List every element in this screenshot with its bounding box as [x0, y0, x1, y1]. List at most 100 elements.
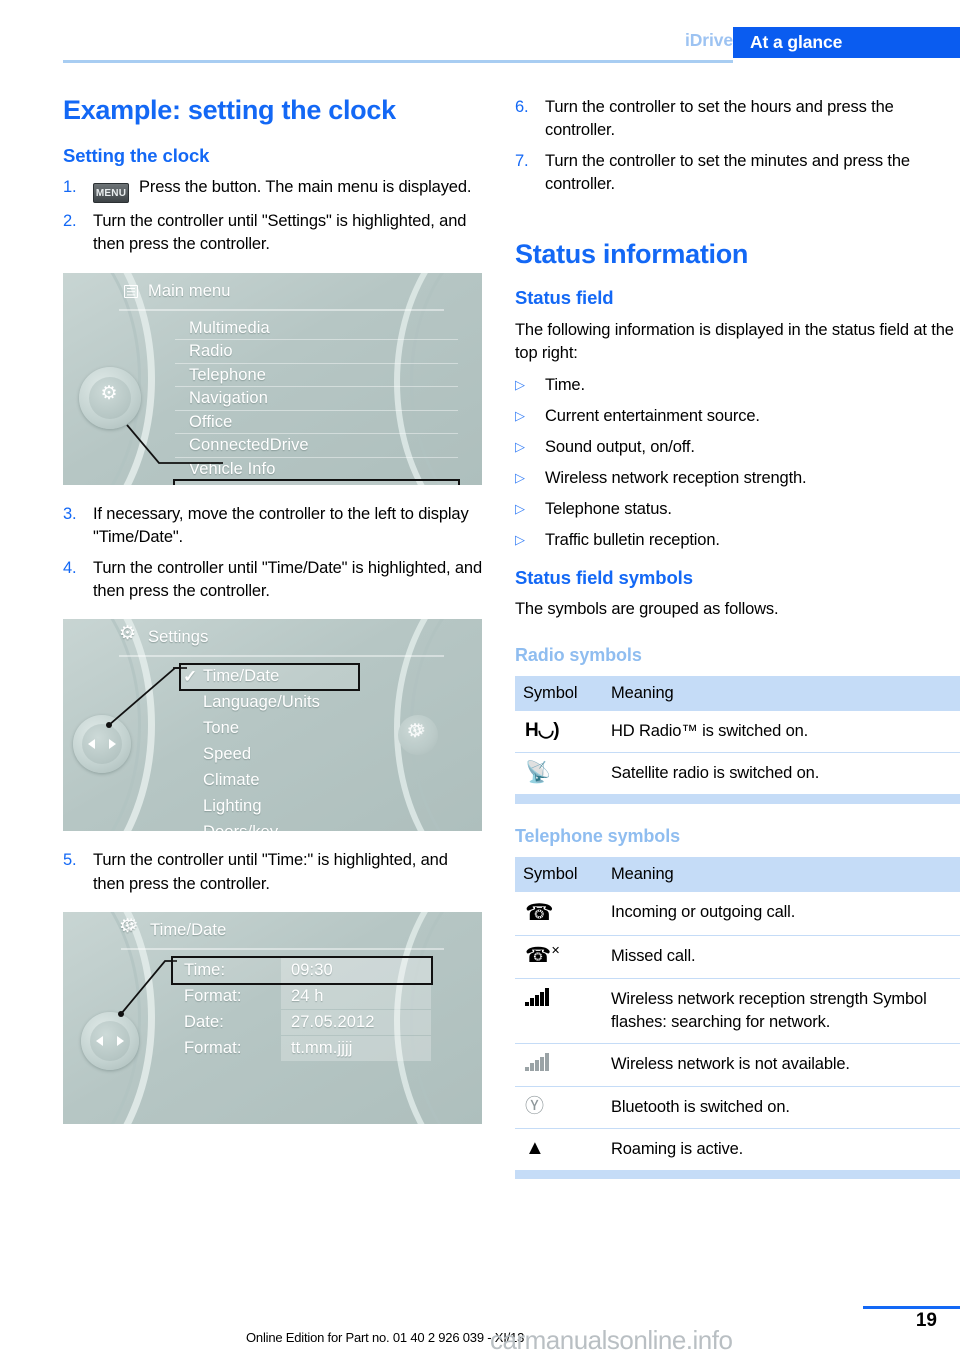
- setting-value: 24 h: [281, 984, 431, 1010]
- list-item: ▷ Traffic bulletin reception.: [515, 529, 960, 552]
- step-item: 2. Turn the controller until "Settings" …: [63, 210, 483, 257]
- column-header-meaning: Meaning: [603, 856, 960, 892]
- step-text-label: Turn the controller to set the hours and…: [545, 98, 894, 140]
- breadcrumb-at-a-glance: At a glance: [733, 27, 960, 58]
- table-header-row: Symbol Meaning: [515, 856, 960, 892]
- phone-handset-icon: ☎: [515, 891, 603, 937]
- idrive-screenshot-time-date: Time/Date Time: 09:30 Format: 24 h Date:…: [63, 912, 482, 1125]
- idrive-setting-row[interactable]: Date: 27.05.2012: [173, 1010, 431, 1036]
- step-number: 5.: [63, 851, 77, 870]
- step-text-label: If necessary, move the controller to the…: [93, 504, 469, 547]
- idrive-header-divider: [119, 308, 444, 311]
- idrive-menu-item[interactable]: Vehicle Info: [175, 458, 458, 482]
- table-cell-meaning: Satellite radio is switched on.: [603, 752, 960, 796]
- idrive-header-divider: [119, 655, 444, 658]
- satellite-radio-icon: 📡: [515, 752, 603, 796]
- idrive-menu-item[interactable]: Speed: [181, 741, 358, 767]
- bullet-triangle-icon: ▷: [515, 439, 525, 455]
- subsection-status-field: Status field: [515, 287, 614, 309]
- table-cell-meaning: HD Radio™ is switched on.: [603, 710, 960, 753]
- footer-divider: [863, 1306, 960, 1309]
- setting-label: Time:: [184, 961, 226, 980]
- idrive-menu-item[interactable]: ConnectedDrive: [175, 434, 458, 458]
- step-item: 3. If necessary, move the controller to …: [63, 503, 483, 550]
- table-cell-meaning: Incoming or outgoing call.: [603, 891, 960, 937]
- step-text-label: Turn the controller until "Time/Date" is…: [93, 558, 482, 601]
- step-number: 2.: [63, 211, 77, 230]
- controller-knob-gear: [79, 366, 141, 429]
- table-row: H◡) HD Radio™ is switched on.: [515, 710, 960, 753]
- list-item: ▷ Wireless network reception strength.: [515, 467, 960, 490]
- idrive-menu-item[interactable]: Climate: [181, 767, 358, 793]
- column-header-meaning: Meaning: [603, 675, 960, 711]
- controller-knob-arrows: [73, 715, 131, 774]
- step-number: 3.: [63, 504, 77, 523]
- list-item: ▷ Time.: [515, 374, 960, 397]
- idrive-menu-item-selected[interactable]: Settings: [173, 479, 460, 485]
- list-item-label: Current entertainment source.: [545, 407, 760, 426]
- mini-gear-knob: [398, 715, 438, 756]
- idrive-menu-item[interactable]: Multimedia: [175, 317, 458, 341]
- idrive-menu-item[interactable]: Radio: [175, 340, 458, 364]
- status-field-bullets: ▷ Time. ▷ Current entertainment source. …: [515, 374, 960, 552]
- step-text: MENU Press the button. The main menu is d…: [93, 176, 483, 203]
- table-row: ☎ Incoming or outgoing call.: [515, 891, 960, 937]
- gear-icon: [119, 917, 140, 939]
- table-cell-meaning: Wireless network reception strength Symb…: [603, 978, 960, 1044]
- signal-bars-gray-icon: [515, 1043, 603, 1088]
- bullet-triangle-icon: ▷: [515, 501, 525, 517]
- table-footer-rule: [515, 1170, 960, 1180]
- page-number: 19: [915, 1310, 937, 1331]
- idrive-menu-item[interactable]: Lighting: [181, 793, 358, 819]
- table-row: ▲ Roaming is active.: [515, 1128, 960, 1171]
- step-item: 1. MENU Press the button. The main menu i…: [63, 176, 483, 203]
- list-item-label: Sound output, on/off.: [545, 438, 695, 457]
- left-column: Example: setting the clock Setting the c…: [63, 95, 483, 1142]
- step-item: 7. Turn the controller to set the minute…: [515, 150, 960, 197]
- idrive-menu-item[interactable]: Navigation: [175, 387, 458, 411]
- setting-value: tt.mm.jjjj: [281, 1036, 431, 1062]
- bullet-triangle-icon: ▷: [515, 377, 525, 393]
- table-row: 📡 Satellite radio is switched on.: [515, 752, 960, 796]
- idrive-menu-item[interactable]: Doors/key: [181, 819, 358, 832]
- setting-label: Format:: [184, 1039, 242, 1058]
- list-icon: [119, 283, 138, 300]
- table-cell-meaning: Bluetooth is switched on.: [603, 1086, 960, 1130]
- steps-list-right: 6. Turn the controller to set the hours …: [515, 96, 960, 197]
- list-item-label: Wireless network reception strength.: [545, 469, 807, 488]
- step-number: 1.: [63, 177, 77, 196]
- list-item: ▷ Sound output, on/off.: [515, 436, 960, 459]
- idrive-setting-row[interactable]: Format: tt.mm.jjjj: [173, 1036, 431, 1062]
- table-cell-meaning: Roaming is active.: [603, 1128, 960, 1171]
- section-setting-the-clock: Setting the clock: [63, 144, 210, 166]
- idrive-menu-item[interactable]: Telephone: [175, 364, 458, 388]
- idrive-setting-row[interactable]: Format: 24 h: [173, 984, 431, 1010]
- heading-telephone-symbols: Telephone symbols: [515, 825, 681, 846]
- steps-list-left: 1. MENU Press the button. The main menu i…: [63, 176, 483, 257]
- idrive-settings-rows: Time: 09:30 Format: 24 h Date: 27.05.201…: [171, 956, 433, 1062]
- idrive-menu-item[interactable]: Tone: [181, 715, 358, 741]
- idrive-screen-title: Settings: [148, 628, 209, 647]
- idrive-screen-header: Time/Date: [119, 917, 444, 940]
- bullet-triangle-icon: ▷: [515, 470, 525, 486]
- table-telephone-symbols: Symbol Meaning ☎ Incoming or outgoing ca…: [515, 856, 960, 1180]
- idrive-menu-item[interactable]: Language/Units: [181, 689, 358, 715]
- header-divider: [63, 60, 733, 63]
- step-text-label: Turn the controller until "Settings" is …: [93, 211, 467, 254]
- steps-list-left-3: 5. Turn the controller until "Time:" is …: [63, 849, 483, 896]
- idrive-setting-row-selected[interactable]: Time: 09:30: [171, 956, 433, 986]
- signal-bars-icon: [515, 978, 603, 1044]
- table-row: Wireless network reception strength Symb…: [515, 978, 960, 1044]
- table-header-row: Symbol Meaning: [515, 675, 960, 711]
- list-item: ▷ Current entertainment source.: [515, 405, 960, 428]
- idrive-screenshot-settings: Settings ✓ Time/Date Language/Units Tone…: [63, 619, 482, 832]
- setting-value: 09:30: [281, 958, 431, 984]
- right-column: 6. Turn the controller to set the hours …: [515, 96, 960, 1201]
- idrive-menu-item-selected[interactable]: ✓ Time/Date: [179, 663, 360, 691]
- status-field-symbols-intro: The symbols are grouped as follows.: [515, 599, 779, 618]
- idrive-menu-item[interactable]: Office: [175, 411, 458, 435]
- table-footer-rule: [515, 794, 960, 804]
- step-text-label: Turn the controller to set the minutes a…: [545, 151, 910, 194]
- list-item: ▷ Telephone status.: [515, 498, 960, 521]
- manual-page: iDrive At a glance Example: setting the …: [0, 0, 960, 1362]
